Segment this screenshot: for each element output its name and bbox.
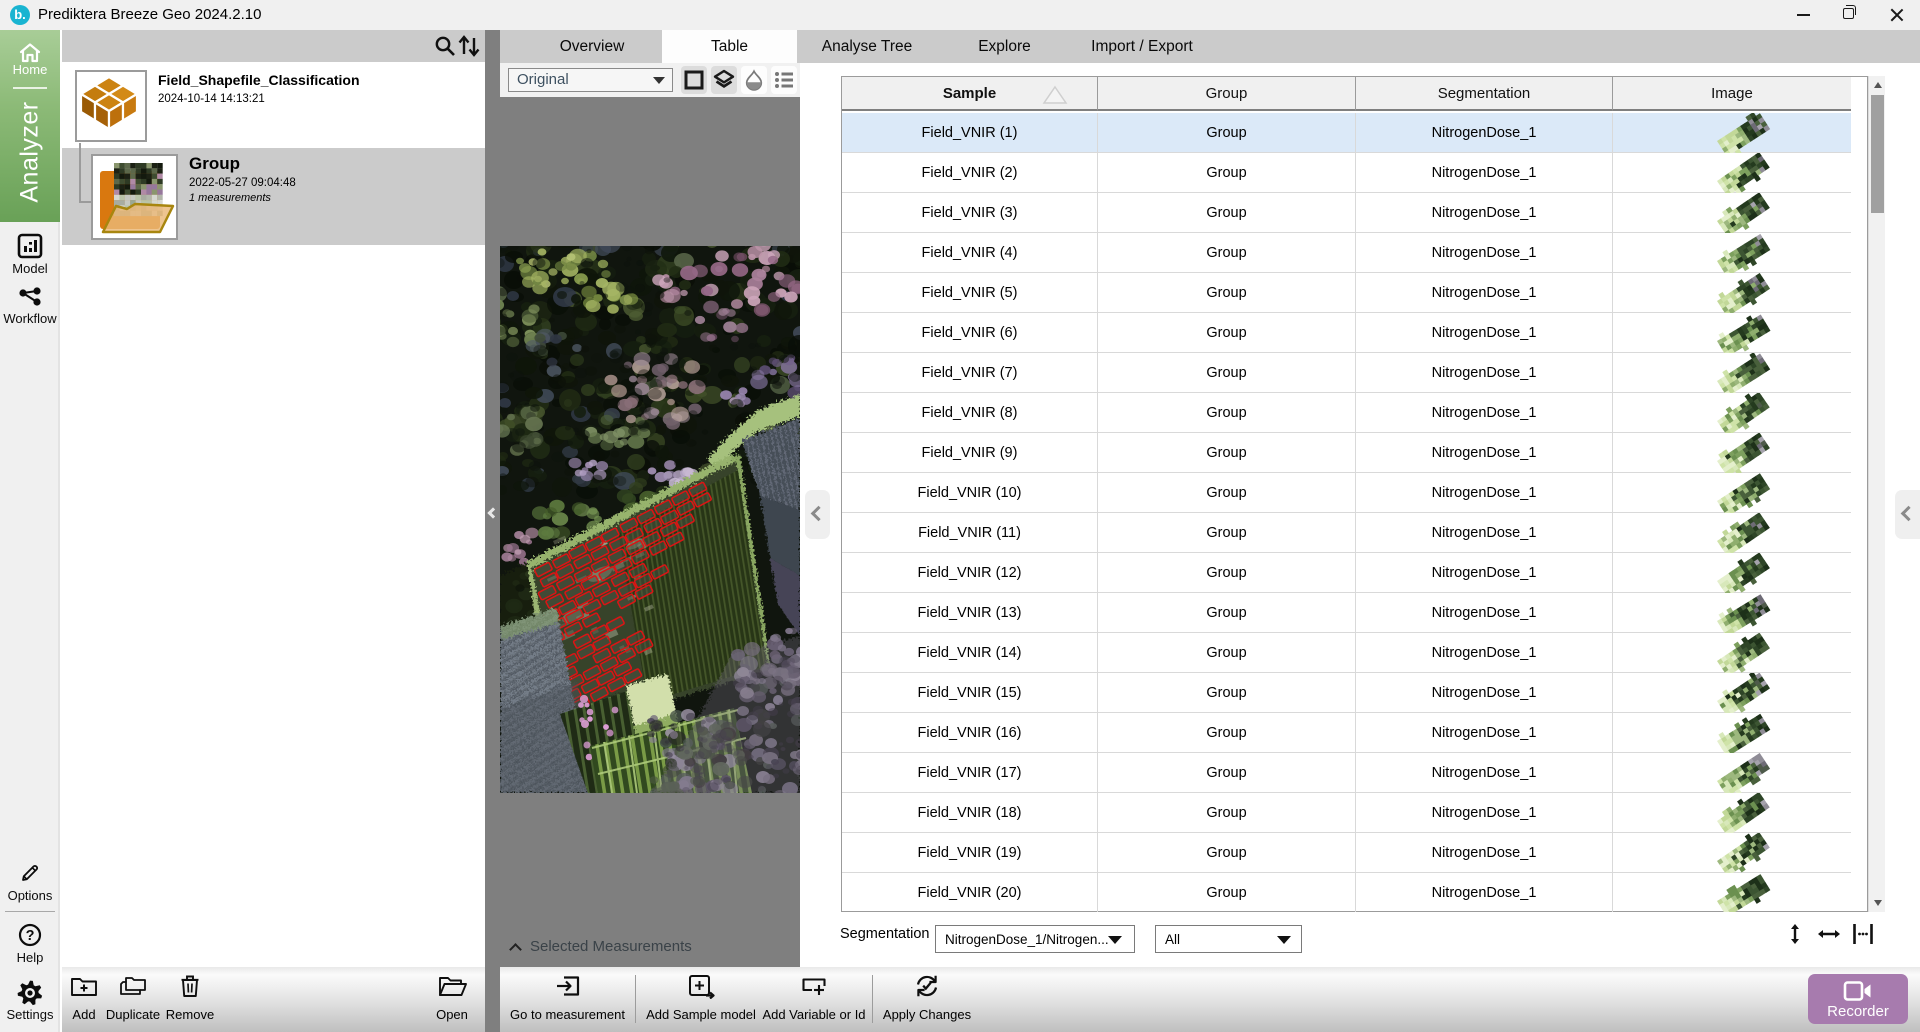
svg-text:?: ? [26, 928, 35, 944]
